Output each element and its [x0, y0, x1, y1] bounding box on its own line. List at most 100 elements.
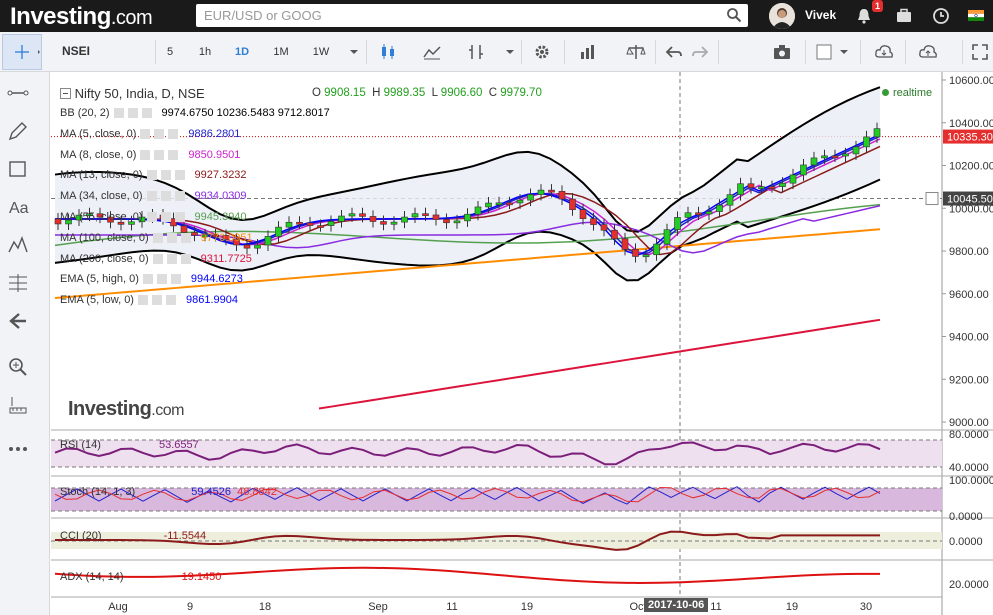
indicator-legend-row[interactable]: MA (13, close, 0) 9927.3232 — [60, 169, 247, 181]
candle — [705, 211, 713, 215]
date-axis-label: Aug — [108, 601, 128, 613]
candle — [495, 202, 503, 206]
candle — [684, 212, 692, 218]
indicator-label: MA (100, close, 0) — [60, 231, 149, 244]
date-axis-label: 30 — [860, 601, 872, 613]
indicator-value: 9311.7725 — [200, 252, 252, 265]
indicator-value: 9770.0951 — [200, 231, 253, 244]
candle — [285, 221, 293, 228]
candle — [852, 146, 860, 155]
indicator-controls[interactable] — [146, 170, 191, 181]
indicator-legend-row[interactable]: BB (20, 2) 9974.6750 10236.5483 9712.8017 — [60, 107, 330, 119]
collapse-icon[interactable] — [60, 88, 71, 99]
indicator-label: MA (13, close, 0) — [60, 169, 143, 182]
candle — [726, 194, 734, 206]
candle — [873, 128, 881, 138]
ohlc-readout: O 9908.15 H 9989.35 L 9906.60 C 9979.70 — [312, 87, 542, 99]
candle — [674, 217, 681, 230]
indicator-label: MA (8, close, 0) — [60, 148, 137, 161]
indicator-legend-row[interactable]: EMA (5, low, 0) 9861.9904 — [60, 294, 238, 306]
indicator-legend-row[interactable]: MA (200, close, 0) 9311.7725 — [60, 253, 252, 265]
candle — [737, 183, 744, 195]
candle — [422, 213, 429, 216]
candle — [632, 249, 639, 257]
indicator-label: EMA (5, high, 0) — [60, 273, 139, 286]
indicator-controls[interactable] — [113, 108, 158, 119]
stoch-axis-label: 100.0000 — [949, 475, 993, 487]
price-axis-label: 9400.00 — [949, 332, 989, 344]
indicator-controls[interactable] — [140, 149, 184, 160]
candle — [842, 153, 849, 157]
candle — [653, 243, 660, 256]
rsi-axis-label: 40.0000 — [949, 462, 989, 474]
price-axis-label: 9800.00 — [949, 246, 989, 258]
indicator-value: 9944.6273 — [190, 273, 243, 286]
candle — [621, 238, 629, 250]
cci-legend: CCI (20) -11.5544 — [60, 530, 207, 542]
candle — [600, 224, 608, 231]
cci-axis-label: 0.0000 — [949, 536, 983, 548]
candle — [485, 202, 492, 208]
candle — [380, 221, 387, 225]
indicator-value: 9886.2801 — [188, 127, 241, 140]
candle — [474, 206, 482, 215]
indicator-legend-row[interactable]: MA (5, close, 0) 9886.2801 — [60, 128, 240, 140]
indicator-controls[interactable] — [142, 274, 187, 285]
indicator-label: MA (5, close, 0) — [60, 127, 137, 140]
candle — [390, 221, 398, 225]
candle — [453, 220, 461, 224]
indicator-controls[interactable] — [146, 212, 191, 223]
indicator-value: 9850.9501 — [188, 148, 241, 161]
date-axis-label: 18 — [259, 601, 271, 613]
ma200-line — [318, 318, 881, 410]
candle — [275, 226, 282, 237]
candle — [663, 229, 671, 245]
indicator-label: BB (20, 2) — [60, 107, 110, 119]
candle — [695, 212, 702, 216]
candle — [810, 157, 818, 166]
indicator-label: MA (200, close, 0) — [60, 252, 149, 265]
indicator-controls[interactable] — [146, 191, 191, 202]
candle — [348, 213, 356, 217]
candle — [369, 216, 377, 222]
indicator-legend-row[interactable]: MA (55, close, 0) 9945.3940 — [60, 211, 247, 223]
indicator-legend-row[interactable]: MA (8, close, 0) 9850.9501 — [60, 149, 240, 161]
candle — [800, 164, 807, 176]
candle — [579, 209, 587, 219]
candle — [558, 191, 566, 200]
candle — [821, 155, 828, 159]
adx-legend: ADX (14, 14) 19.1450 — [60, 571, 222, 583]
candle — [642, 254, 650, 258]
chart-title: Nifty 50, India, D, NSE — [60, 86, 205, 101]
candle — [338, 215, 345, 222]
candle — [590, 218, 597, 225]
indicator-legend-row[interactable]: MA (100, close, 0) 9770.0951 — [60, 232, 253, 244]
indicator-label: MA (55, close, 0) — [60, 211, 143, 223]
rsi-legend: RSI (14) 53.6557 — [60, 439, 199, 451]
indicator-value: 9974.6750 10236.5483 9712.8017 — [161, 107, 330, 119]
candle — [327, 221, 335, 226]
price-axis-label: 9200.00 — [949, 374, 989, 386]
candle — [527, 194, 534, 201]
current-price-label: 10335.30 — [947, 132, 993, 144]
indicator-controls[interactable] — [140, 128, 184, 139]
candle — [432, 214, 440, 220]
candle — [306, 222, 314, 226]
crosshair-price-label: 10045.50 — [947, 194, 993, 206]
indicator-legend-row[interactable]: EMA (5, high, 0) 9944.6273 — [60, 273, 243, 285]
indicator-legend-row[interactable]: MA (34, close, 0) 9934.0309 — [60, 190, 247, 202]
indicator-label: EMA (5, low, 0) — [60, 294, 134, 307]
indicator-controls[interactable] — [152, 232, 197, 243]
indicator-value: 9945.3940 — [194, 211, 247, 223]
indicator-controls[interactable] — [137, 295, 182, 306]
price-axis-label: 9600.00 — [949, 289, 989, 301]
price-axis-label: 10200.00 — [949, 161, 993, 173]
candle — [537, 189, 545, 195]
date-axis-label: 19 — [786, 601, 798, 613]
candle — [359, 213, 366, 217]
date-axis-label: 19 — [521, 601, 533, 613]
candle — [569, 198, 576, 210]
candle — [831, 155, 839, 159]
candle — [401, 216, 408, 223]
indicator-controls[interactable] — [152, 253, 197, 264]
